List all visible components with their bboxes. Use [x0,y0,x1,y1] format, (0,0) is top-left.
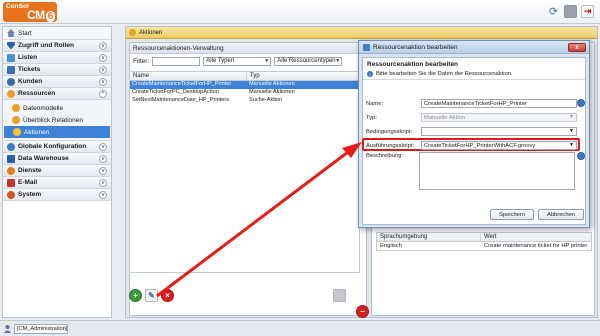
panel-toolbar: + ✎ × [129,289,360,302]
action-icon [363,43,370,51]
globe-icon [7,142,15,151]
list-icon [7,53,15,62]
panel-title: Ressourcenaktionen-Verwaltung [130,43,366,54]
description-label: Beschreibung: [366,152,404,159]
settings-icon[interactable] [564,5,577,18]
chevron-down-icon[interactable]: v [99,143,107,151]
top-bar: ConSol CM 6 ⟳ ⇥ [0,0,600,24]
chevron-down-icon: ▼ [569,114,574,120]
column-name[interactable]: Name [130,72,247,80]
logout-icon[interactable]: ⇥ [581,5,594,18]
column-wert[interactable]: Wert [481,233,591,241]
shield-icon [7,41,15,50]
chevron-down-icon[interactable]: v [99,54,107,62]
condition-script-label: Bedingungsskript: [366,128,413,135]
dialog-titlebar[interactable]: Ressourcenaktion bearbeiten [359,41,589,54]
action-icon [13,128,21,136]
table-row[interactable]: Englisch Create maintenance ticket for H… [376,242,592,251]
refresh-icon[interactable]: ⟳ [547,5,560,18]
info-icon: i [367,71,373,77]
dialog-info: Bitte bearbeiten Sie die Daten der Resso… [376,71,513,77]
chevron-down-icon[interactable]: v [99,179,107,187]
tab-aktionen[interactable]: Aktionen [126,27,597,39]
type-field: Manuelle Aktion ▼ [421,113,577,122]
nav-item-relationen[interactable]: Überblick Relationen [3,114,111,126]
close-button[interactable]: x [568,43,586,52]
exec-script-select[interactable]: CreateTicketForHP_PrinterWithACF.groovy ▼ [421,141,577,150]
services-icon [7,166,15,175]
nav-section-dienste[interactable]: Dienste v [3,165,111,177]
chevron-down-icon: ▼ [335,57,341,64]
chevron-up-icon[interactable]: ^ [99,90,107,98]
actions-table-header: Name Typ [129,71,360,81]
chevron-down-icon[interactable]: v [99,167,107,175]
current-user: [CM_Administration] [14,324,68,334]
table-row[interactable]: SetNextMaintenanceDate_HP_Printers Suche… [130,97,359,105]
translate-icon[interactable] [577,99,585,107]
type-label: Typ: [366,114,377,121]
nav-section-listen[interactable]: Listen v [3,52,111,64]
action-icon [129,29,136,36]
name-label: Name: [366,100,384,107]
chevron-down-icon: ▼ [569,128,574,134]
translate-icon[interactable] [577,152,585,160]
nav-section-email[interactable]: E-Mail v [3,177,111,189]
chevron-down-icon[interactable]: v [99,78,107,86]
edit-button[interactable]: ✎ [145,289,158,302]
datamodel-icon [12,104,20,112]
delete-button[interactable]: × [161,289,174,302]
description-textarea[interactable] [419,152,575,190]
consol-logo: ConSol CM 6 [3,2,57,22]
table-row[interactable]: CreateTicketForPC_DesktopAction Manuelle… [130,89,359,97]
condition-script-select[interactable]: ▼ [421,127,577,136]
cancel-button[interactable]: Abbrechen [538,209,584,220]
chevron-down-icon[interactable]: v [99,42,107,50]
column-sprachumgebung[interactable]: Sprachumgebung [377,233,481,241]
save-button[interactable]: Speichern [490,209,534,220]
chevron-down-icon: ▼ [264,57,270,64]
status-bar: [CM_Administration] [0,320,600,336]
left-navigation: Start Zugriff und Rollen v Listen v Tick… [2,26,112,318]
add-button[interactable]: + [129,289,142,302]
name-field[interactable]: CreateMaintenanceTicketForHP_Printer [421,99,577,108]
nav-start[interactable]: Start [3,27,111,40]
type-select[interactable]: Alle Typen ▼ [203,56,272,66]
nav-item-datenmodelle[interactable]: Datenmodelle [3,102,111,114]
person-icon [7,77,15,86]
filter-bar: Filter: Alle Typen ▼ Alle Ressourcentypen… [133,56,343,66]
nav-section-kunden[interactable]: Kunden v [3,76,111,88]
relations-icon [12,116,20,124]
nav-section-globale-konfiguration[interactable]: Globale Konfiguration v [3,141,111,153]
nav-section-tickets[interactable]: Tickets v [3,64,111,76]
dialog-heading: Ressourcenaktion bearbeiten [367,61,459,68]
nav-section-zugriff[interactable]: Zugriff und Rollen v [3,40,111,52]
gear-icon [7,190,15,199]
resource-icon [7,89,15,98]
chevron-down-icon[interactable]: v [99,191,107,199]
column-typ[interactable]: Typ [247,72,359,80]
remove-button[interactable]: − [356,305,369,318]
nav-section-system[interactable]: System v [3,189,111,201]
mail-icon [7,178,15,187]
nav-section-data-warehouse[interactable]: Data Warehouse v [3,153,111,165]
table-row[interactable]: CreateMaintenanceTicketForHP_Printer Man… [130,81,359,89]
disabled-icon [333,289,346,302]
filter-input[interactable] [152,56,201,66]
home-icon [7,29,15,37]
chevron-down-icon[interactable]: v [99,155,107,163]
chevron-down-icon: ▼ [569,142,574,148]
user-icon [3,324,12,333]
database-icon [7,154,15,163]
nav-item-aktionen[interactable]: Aktionen [4,126,110,138]
chevron-down-icon[interactable]: v [99,66,107,74]
actions-table: CreateMaintenanceTicketForHP_Printer Man… [129,81,360,273]
ticket-icon [7,65,15,74]
language-values-table: Sprachumgebung Wert Englisch Create main… [376,232,592,251]
resource-type-select[interactable]: Alle Ressourcentypen ▼ [274,56,343,66]
exec-script-label: Ausführungsskript: [366,142,415,149]
nav-section-ressourcen[interactable]: Ressourcen ^ [3,88,111,100]
nav-ressourcen-subitems: Datenmodelle Überblick Relationen Aktion… [3,100,111,141]
